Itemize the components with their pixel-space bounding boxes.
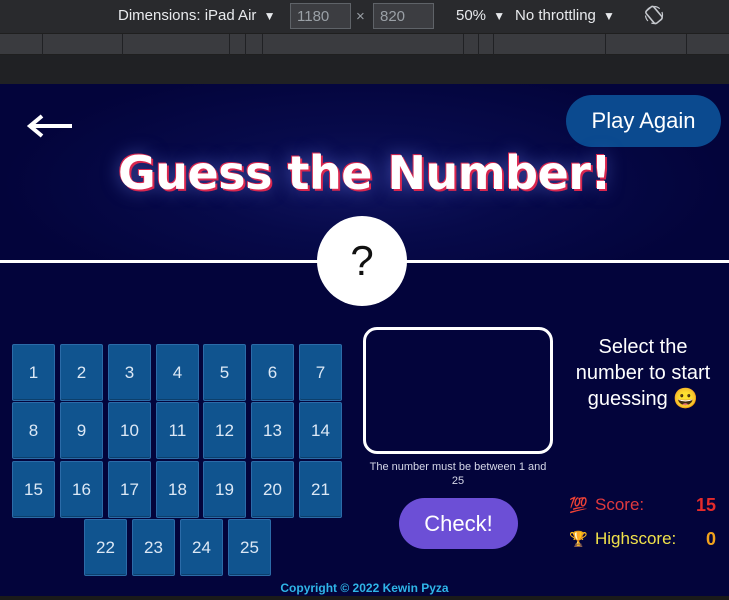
number-button-12[interactable]: 12 [203,402,246,459]
height-input[interactable] [373,3,434,29]
range-hint: The number must be between 1 and 25 [369,461,547,487]
number-button-14[interactable]: 14 [299,402,342,459]
zoom-label: 50% [456,7,487,24]
number-button-1[interactable]: 1 [12,344,55,401]
chevron-down-icon: ▼ [603,9,615,23]
number-button-2[interactable]: 2 [60,344,103,401]
status-message: Select the number to start guessing 😀 [575,336,711,410]
number-button-13[interactable]: 13 [251,402,294,459]
number-button-16[interactable]: 16 [60,461,103,518]
highscore-value: 0 [705,529,716,549]
trophy-icon: 🏆 [569,531,588,548]
number-button-10[interactable]: 10 [108,402,151,459]
media-query-ruler [0,33,729,56]
dimensions-label: Dimensions: iPad Air [118,7,257,24]
dimensions-dropdown[interactable]: Dimensions: iPad Air ▼ [118,7,275,24]
number-button-6[interactable]: 6 [251,344,294,401]
score-row: 💯 Score: 15 [569,494,719,518]
chevron-down-icon: ▼ [263,9,276,23]
hundred-points-icon: 💯 [569,497,588,514]
score-label: Score: [595,495,645,514]
number-button-5[interactable]: 5 [203,344,246,401]
number-button-11[interactable]: 11 [156,402,199,459]
number-button-3[interactable]: 3 [108,344,151,401]
number-button-7[interactable]: 7 [299,344,342,401]
secret-number-display: ? [317,216,407,306]
number-button-25[interactable]: 25 [228,519,271,576]
throttling-label: No throttling [515,7,596,24]
zoom-dropdown[interactable]: 50% ▼ [456,7,505,24]
number-button-18[interactable]: 18 [156,461,199,518]
number-button-19[interactable]: 19 [203,461,246,518]
number-button-15[interactable]: 15 [12,461,55,518]
device-viewport: Play Again Guess the Number! ? 1 2 3 4 5… [0,84,729,600]
page-title: Guess the Number! [118,146,611,200]
number-button-20[interactable]: 20 [251,461,294,518]
back-arrow-icon[interactable] [26,114,74,138]
highscore-label: Highscore: [595,529,677,548]
number-button-8[interactable]: 8 [12,402,55,459]
score-value: 15 [695,495,716,515]
number-button-21[interactable]: 21 [299,461,342,518]
play-again-button[interactable]: Play Again [566,95,721,147]
viewport-bottom-edge [0,596,729,600]
highscore-row: 🏆 Highscore: 0 [569,528,719,552]
throttling-dropdown[interactable]: No throttling ▼ [515,7,615,24]
number-button-22[interactable]: 22 [84,519,127,576]
number-button-4[interactable]: 4 [156,344,199,401]
check-button[interactable]: Check! [399,498,518,549]
number-button-24[interactable]: 24 [180,519,223,576]
devtools-toolbar: Dimensions: iPad Air ▼ × 50% ▼ No thrott… [0,0,729,33]
rotate-icon[interactable] [644,5,664,25]
guess-display-box [363,327,553,454]
copyright-footer: Copyright © 2022 Kewin Pyza [280,581,449,595]
times-symbol: × [356,8,365,25]
ruler-gap [0,55,729,84]
number-button-17[interactable]: 17 [108,461,151,518]
width-input[interactable] [290,3,351,29]
chevron-down-icon: ▼ [493,9,506,23]
number-button-23[interactable]: 23 [132,519,175,576]
number-button-9[interactable]: 9 [60,402,103,459]
